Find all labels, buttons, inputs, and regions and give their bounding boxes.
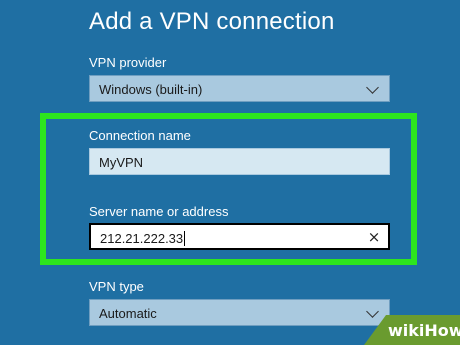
vpn-provider-select[interactable]: Windows (built-in) bbox=[89, 75, 390, 102]
chevron-down-icon bbox=[366, 305, 379, 318]
text-caret bbox=[184, 231, 186, 246]
vpn-type-label: VPN type bbox=[89, 279, 144, 294]
connection-name-label: Connection name bbox=[89, 128, 191, 143]
chevron-down-icon bbox=[366, 81, 379, 94]
page-title: Add a VPN connection bbox=[89, 8, 335, 35]
connection-name-input[interactable]: MyVPN bbox=[89, 148, 390, 175]
close-icon[interactable]: × bbox=[367, 230, 381, 245]
server-address-label: Server name or address bbox=[89, 204, 229, 219]
connection-name-value: MyVPN bbox=[99, 155, 144, 170]
server-address-text: 212.21.222.33 bbox=[100, 231, 186, 246]
vpn-provider-value: Windows (built-in) bbox=[99, 82, 203, 97]
vpn-type-value: Automatic bbox=[99, 306, 157, 321]
vpn-provider-label: VPN provider bbox=[89, 55, 167, 70]
vpn-type-select[interactable]: Automatic bbox=[89, 299, 390, 326]
server-address-input[interactable]: 212.21.222.33 × bbox=[89, 223, 390, 250]
watermark-text: wikiHow bbox=[388, 321, 460, 340]
server-address-value: 212.21.222.33 bbox=[100, 231, 184, 246]
